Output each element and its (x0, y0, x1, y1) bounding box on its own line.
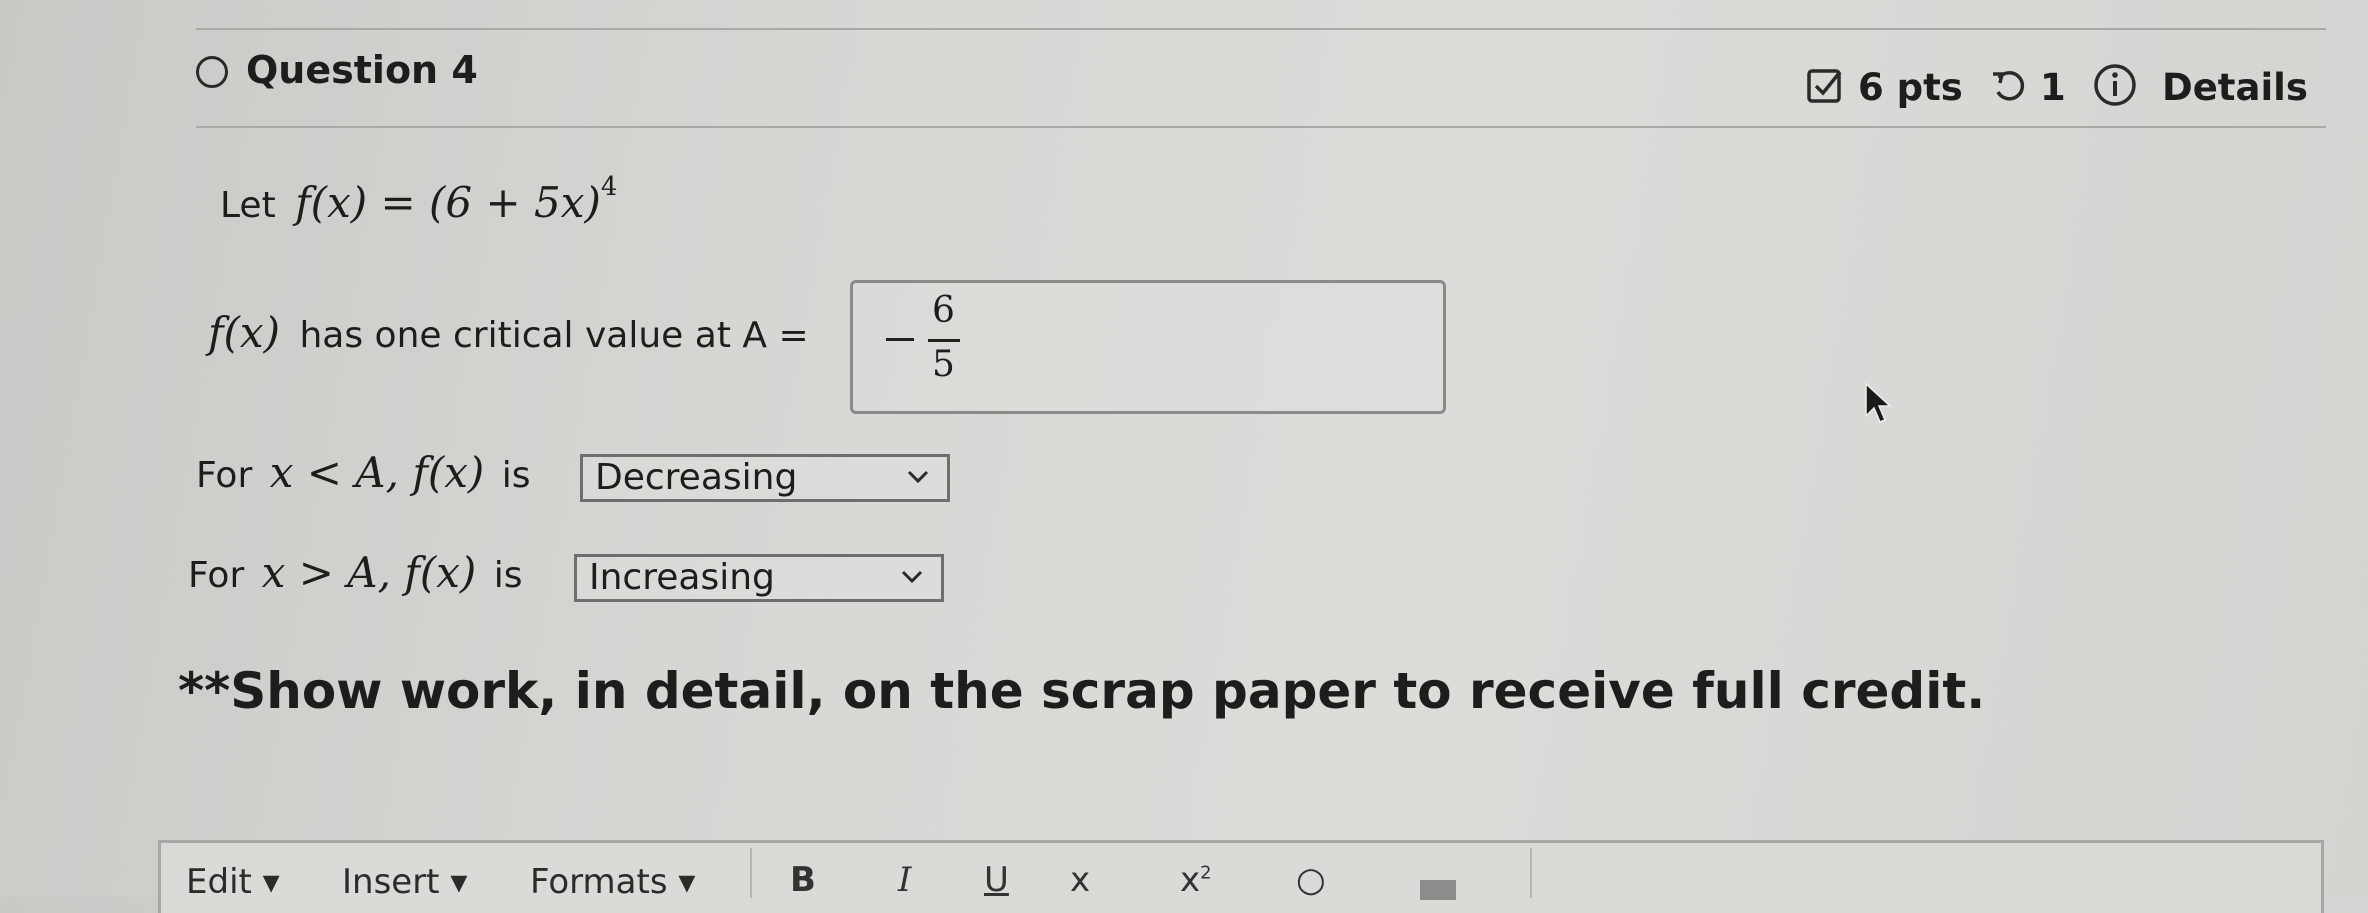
left-select-value: Decreasing (595, 457, 798, 498)
edit-menu[interactable]: Edit ▾ (186, 862, 280, 902)
function-definition: Let f(x) = (6 + 5x)4 (220, 172, 617, 227)
question-status-circle-icon (196, 56, 228, 88)
for-label-2: For (188, 555, 245, 596)
retry-icon (1990, 66, 2030, 110)
bold-button[interactable]: B (790, 860, 816, 900)
left-interval-select[interactable]: Decreasing (580, 454, 950, 502)
left-condition: x < A, f(x) (269, 448, 485, 497)
subscript-icon[interactable]: x (1070, 860, 1090, 900)
let-label: Let (220, 185, 276, 226)
toolbar-separator (1530, 848, 1532, 898)
right-interval-select[interactable]: Increasing (574, 554, 944, 602)
toolbar-separator (750, 848, 752, 898)
function-expression: f(x) = (6 + 5x) (295, 178, 601, 227)
chevron-down-icon (903, 461, 933, 503)
mouse-cursor-icon (1864, 382, 1894, 432)
critical-value-prompt: f(x) has one critical value at A = (208, 308, 809, 357)
is-label-2: is (493, 555, 523, 596)
fraction-denominator: 5 (932, 344, 955, 385)
checkbox-icon (1806, 66, 1844, 110)
attempts-count: 1 (2040, 66, 2066, 109)
question-title: Question 4 (246, 48, 478, 92)
fraction-minus-sign (886, 338, 914, 341)
fraction-numerator: 6 (932, 290, 955, 331)
underline-button[interactable]: U (984, 860, 1009, 900)
left-interval-prompt: For x < A, f(x) is (196, 448, 531, 497)
right-select-value: Increasing (589, 557, 775, 598)
critical-value-text: has one critical value at A = (299, 315, 809, 356)
insert-menu[interactable]: Insert ▾ (342, 862, 467, 902)
right-condition: x > A, f(x) (261, 548, 477, 597)
instruction-note: **Show work, in detail, on the scrap pap… (178, 662, 1986, 720)
fraction-bar (928, 339, 960, 342)
header-rule (196, 126, 2326, 128)
for-label-1: For (196, 455, 253, 496)
points-label: 6 pts (1858, 66, 1963, 109)
function-exponent: 4 (600, 172, 618, 202)
is-label-1: is (501, 455, 531, 496)
superscript-icon[interactable]: x2 (1180, 860, 1212, 900)
info-icon[interactable] (2092, 62, 2138, 112)
chevron-down-icon (897, 561, 927, 603)
details-link[interactable]: Details (2162, 66, 2308, 109)
right-interval-prompt: For x > A, f(x) is (188, 548, 523, 597)
fx-label: f(x) (208, 308, 281, 357)
italic-button[interactable]: I (898, 860, 911, 900)
top-rule (196, 28, 2326, 30)
formats-menu[interactable]: Formats ▾ (530, 862, 695, 902)
rich-text-editor-toolbar (158, 840, 2324, 913)
link-icon[interactable]: ○ (1296, 860, 1326, 900)
image-icon[interactable] (1420, 880, 1456, 900)
answer-fraction: 6 5 (886, 290, 996, 390)
